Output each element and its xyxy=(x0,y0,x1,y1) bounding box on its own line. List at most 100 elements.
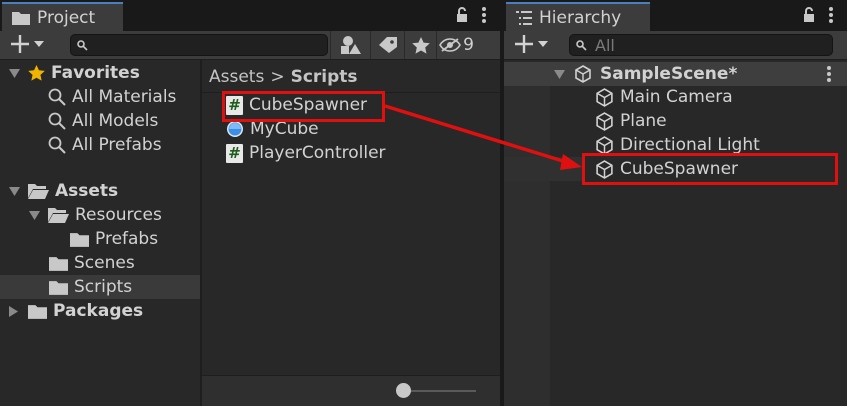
hierarchy-item-label: Directional Light xyxy=(620,135,760,155)
icon-size-slider-knob[interactable] xyxy=(396,383,411,398)
favorites-button[interactable] xyxy=(404,31,436,59)
hierarchy-item-label: Main Camera xyxy=(620,87,733,107)
favorite-all-models[interactable]: All Models xyxy=(48,109,158,133)
cube-icon xyxy=(596,135,613,155)
breadcrumb: Assets > Scripts xyxy=(202,61,500,93)
favorite-star-icon xyxy=(28,65,45,81)
breadcrumb-current[interactable]: Scripts xyxy=(291,67,358,87)
hierarchy-item-label: CubeSpawner xyxy=(620,159,739,179)
hierarchy-tab[interactable]: Hierarchy xyxy=(506,2,650,31)
project-tabbar: Project xyxy=(0,0,500,31)
breadcrumb-separator: > xyxy=(270,66,285,87)
folder-icon xyxy=(12,11,30,25)
icon-size-slider-track[interactable] xyxy=(402,390,476,392)
file-name: PlayerController xyxy=(249,143,386,163)
open-folder-icon xyxy=(48,208,69,223)
hierarchy-gutter xyxy=(504,86,550,406)
search-icon xyxy=(77,39,88,51)
assets-label: Assets xyxy=(55,181,119,201)
packages-label: Packages xyxy=(53,301,144,321)
file-playercontroller[interactable]: # PlayerController xyxy=(226,141,386,165)
scripts-folder-row[interactable]: Scripts xyxy=(49,275,132,299)
search-icon xyxy=(48,112,66,130)
folder-icon xyxy=(28,304,47,319)
project-toolbar: 9 xyxy=(0,31,500,60)
dropdown-arrow-icon xyxy=(538,41,548,47)
filter-by-type-button[interactable] xyxy=(330,31,370,59)
kebab-menu-icon[interactable] xyxy=(829,7,833,23)
hidden-packages-toggle[interactable]: 9 xyxy=(436,31,476,59)
expanded-arrow-icon xyxy=(9,68,20,78)
lock-icon[interactable] xyxy=(803,7,815,23)
lock-icon[interactable] xyxy=(456,7,468,23)
resources-folder-row[interactable]: Resources xyxy=(29,203,162,227)
hierarchy-item-main-camera[interactable]: Main Camera xyxy=(595,85,733,109)
hierarchy-panel: Hierarchy All SampleScene* Main Camera P… xyxy=(504,0,847,406)
search-icon xyxy=(576,39,587,51)
create-button[interactable] xyxy=(10,34,44,54)
scenes-folder-row[interactable]: Scenes xyxy=(49,251,135,275)
hierarchy-item-label: Plane xyxy=(620,111,667,131)
hover-highlight xyxy=(504,157,584,181)
prefab-icon xyxy=(227,121,243,137)
file-mycube[interactable]: MyCube xyxy=(226,117,319,141)
star-icon xyxy=(411,36,430,54)
project-panel: Project 9 Favorites All Materials All Mo… xyxy=(0,0,500,406)
plus-icon xyxy=(515,35,533,53)
csharp-script-icon: # xyxy=(226,143,243,163)
scene-menu-icon[interactable] xyxy=(827,66,831,82)
search-icon xyxy=(48,88,66,106)
file-cubespawner[interactable]: # CubeSpawner xyxy=(226,93,367,117)
hierarchy-toolbar: All xyxy=(504,31,847,60)
project-tab[interactable]: Project xyxy=(2,2,123,31)
project-filter-buttons: 9 xyxy=(330,31,476,59)
folder-icon xyxy=(49,256,68,271)
scripts-label: Scripts xyxy=(74,277,133,297)
shapes-icon xyxy=(340,36,361,54)
cube-icon xyxy=(596,159,613,179)
prefabs-folder-row[interactable]: Prefabs xyxy=(70,227,158,251)
resources-label: Resources xyxy=(75,205,162,225)
hidden-count: 9 xyxy=(463,35,474,55)
hierarchy-tab-label: Hierarchy xyxy=(539,7,622,28)
favorite-item-label: All Materials xyxy=(72,87,177,107)
hierarchy-search-input[interactable]: All xyxy=(569,34,833,56)
folder-icon xyxy=(49,280,68,295)
hierarchy-item-cubespawner[interactable]: CubeSpawner xyxy=(595,157,738,181)
favorites-label: Favorites xyxy=(51,63,140,83)
folder-icon xyxy=(70,232,89,247)
open-folder-icon xyxy=(28,184,49,199)
prefabs-label: Prefabs xyxy=(95,229,159,249)
unity-scene-icon xyxy=(575,65,591,83)
project-footer xyxy=(202,375,500,406)
scene-row[interactable]: SampleScene* xyxy=(504,62,847,86)
scenes-label: Scenes xyxy=(74,253,135,273)
favorites-row[interactable]: Favorites xyxy=(9,61,140,85)
filter-by-label-button[interactable] xyxy=(370,31,404,59)
search-icon xyxy=(48,136,66,154)
expanded-arrow-icon xyxy=(29,210,40,220)
favorite-all-materials[interactable]: All Materials xyxy=(48,85,176,109)
assets-folder-row[interactable]: Assets xyxy=(9,179,118,203)
project-pane-divider[interactable] xyxy=(200,60,202,406)
dropdown-arrow-icon xyxy=(34,41,44,47)
expanded-arrow-icon xyxy=(554,69,565,79)
plus-icon xyxy=(11,35,29,53)
eye-slash-icon xyxy=(439,38,462,52)
hierarchy-search-placeholder: All xyxy=(595,35,615,55)
project-tab-label: Project xyxy=(37,7,96,28)
file-name: MyCube xyxy=(250,119,319,139)
file-name: CubeSpawner xyxy=(249,95,368,115)
scene-name: SampleScene* xyxy=(600,64,738,84)
breadcrumb-root[interactable]: Assets xyxy=(209,67,264,87)
packages-folder-row[interactable]: Packages xyxy=(9,299,143,323)
project-search-input[interactable] xyxy=(70,34,328,56)
hierarchy-item-plane[interactable]: Plane xyxy=(595,109,667,133)
hierarchy-item-directional-light[interactable]: Directional Light xyxy=(595,133,760,157)
csharp-script-icon: # xyxy=(226,95,243,115)
kebab-menu-icon[interactable] xyxy=(482,7,486,23)
favorite-all-prefabs[interactable]: All Prefabs xyxy=(48,133,162,157)
hierarchy-create-button[interactable] xyxy=(514,34,548,54)
cube-icon xyxy=(596,111,613,131)
cube-icon xyxy=(596,87,613,107)
